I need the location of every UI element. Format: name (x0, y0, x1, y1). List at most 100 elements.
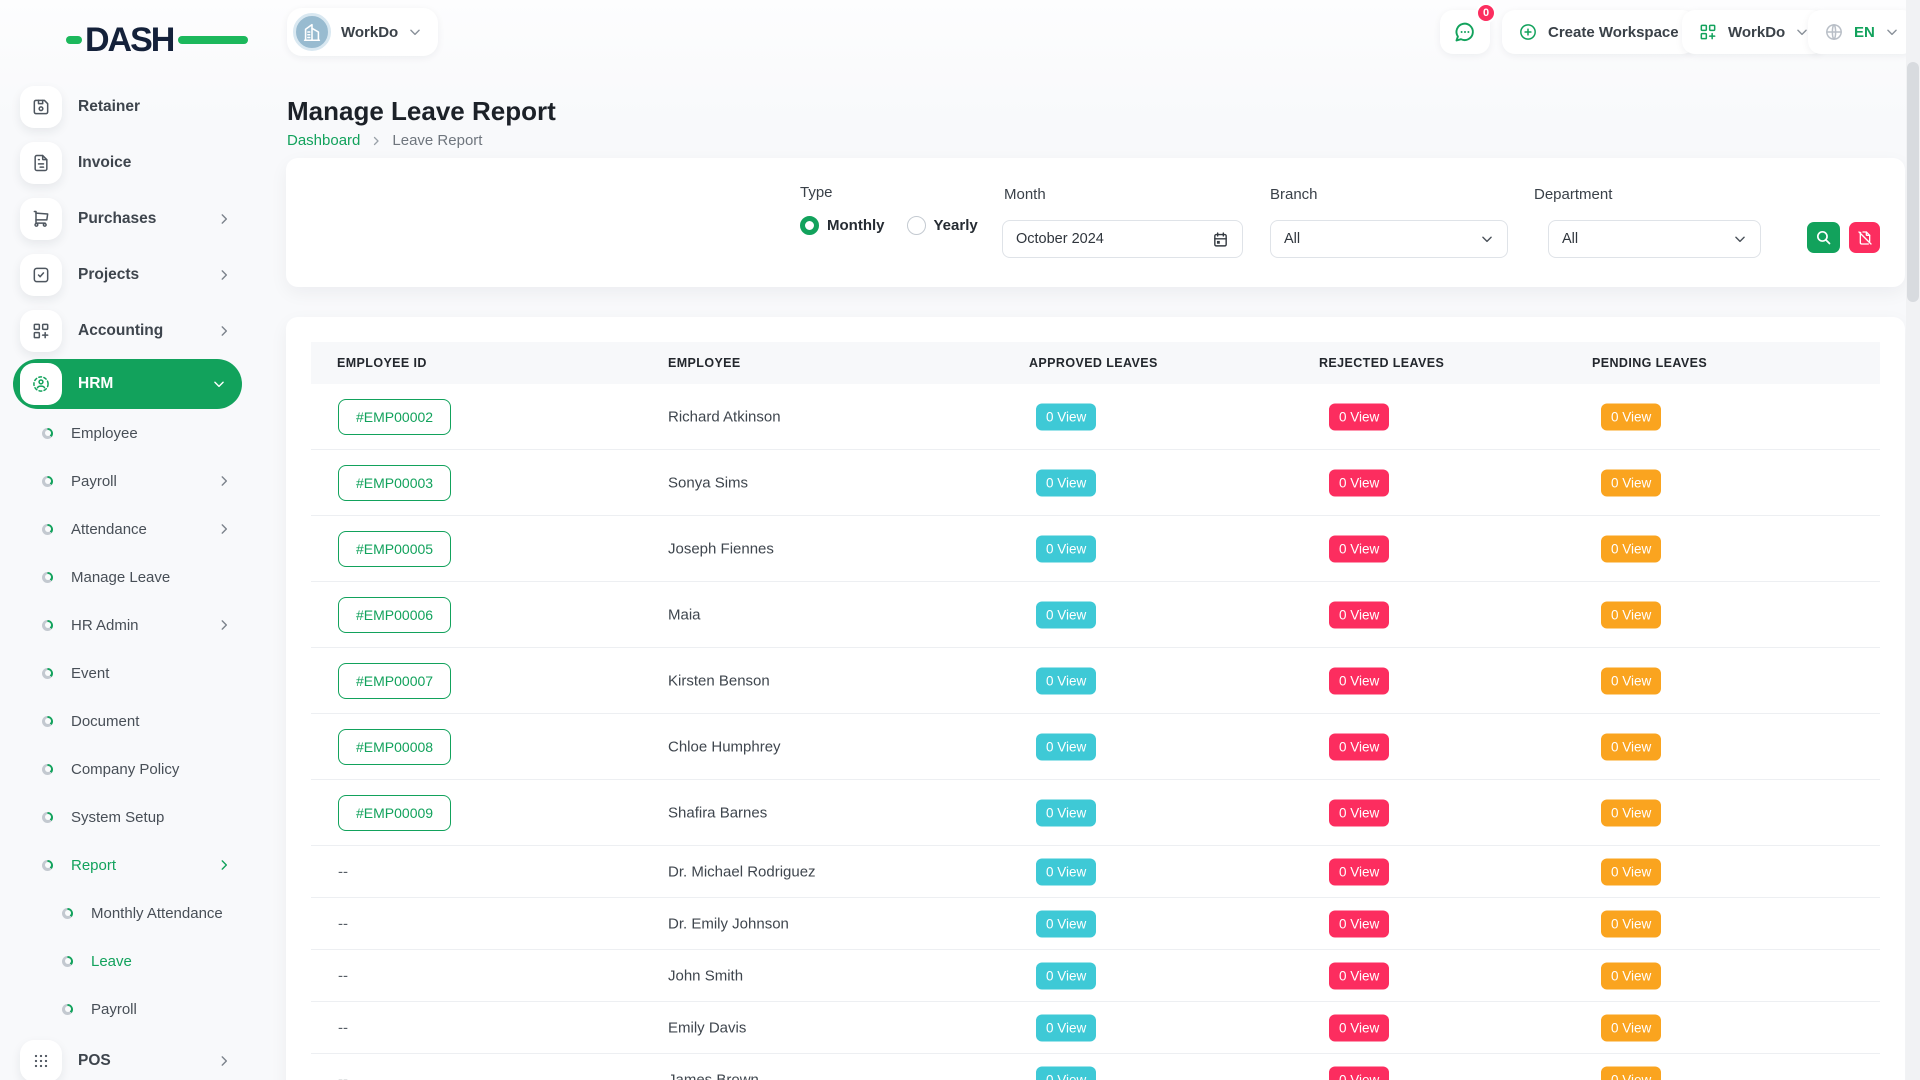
rejected-leaves-view-button[interactable]: 0 View (1329, 799, 1389, 826)
pending-leaves-view-button[interactable]: 0 View (1601, 733, 1661, 760)
monthly-radio[interactable] (800, 216, 819, 235)
month-input[interactable]: October 2024 (1002, 220, 1243, 258)
approved-leaves-view-button[interactable]: 0 View (1036, 1014, 1096, 1041)
employee-name: Sonya Sims (668, 474, 748, 491)
hrm-user-icon (20, 363, 62, 405)
sidebar-item-attendance[interactable]: Attendance (0, 505, 255, 553)
calendar-icon[interactable] (1212, 231, 1229, 248)
employee-id-button[interactable]: #EMP00006 (338, 597, 451, 633)
sidebar-item-label: Retainer (78, 98, 255, 116)
approved-leaves-view-button[interactable]: 0 View (1036, 535, 1096, 562)
messages-count-badge: 0 (1476, 3, 1496, 23)
sidebar-item-hr-admin[interactable]: HR Admin (0, 601, 255, 649)
dash-logo[interactable]: DASH (66, 22, 173, 58)
reset-button[interactable] (1849, 222, 1880, 253)
sidebar-item-retainer[interactable]: Retainer (0, 79, 255, 135)
pending-leaves-view-button[interactable]: 0 View (1601, 469, 1661, 496)
pending-leaves-view-button[interactable]: 0 View (1601, 403, 1661, 430)
approved-leaves-view-button[interactable]: 0 View (1036, 799, 1096, 826)
approved-leaves-view-button[interactable]: 0 View (1036, 667, 1096, 694)
rejected-leaves-view-button[interactable]: 0 View (1329, 667, 1389, 694)
table-row: #EMP00005Joseph Fiennes0 View0 View0 Vie… (311, 516, 1880, 582)
yearly-radio[interactable] (907, 216, 926, 235)
sidebar-item-payroll[interactable]: Payroll (0, 457, 255, 505)
rejected-leaves-view-button[interactable]: 0 View (1329, 601, 1389, 628)
sidebar-item-document[interactable]: Document (0, 697, 255, 745)
workspace-menu-button[interactable]: WorkDo (1682, 10, 1825, 54)
sidebar-item-payroll[interactable]: Payroll (0, 985, 255, 1033)
approved-leaves-view-button[interactable]: 0 View (1036, 910, 1096, 937)
sidebar-item-projects[interactable]: Projects (0, 247, 255, 303)
sidebar-item-invoice[interactable]: Invoice (0, 135, 255, 191)
sidebar-item-pos[interactable]: POS (0, 1033, 255, 1080)
create-workspace-button[interactable]: Create Workspace (1502, 10, 1695, 54)
employee-id-button[interactable]: #EMP00008 (338, 729, 451, 765)
sidebar-item-report[interactable]: Report (0, 841, 255, 889)
sidebar-item-employee[interactable]: Employee (0, 409, 255, 457)
rejected-leaves-view-button[interactable]: 0 View (1329, 469, 1389, 496)
rejected-leaves-view-button[interactable]: 0 View (1329, 910, 1389, 937)
employee-name: Emily Davis (668, 1019, 746, 1036)
rejected-leaves-view-button[interactable]: 0 View (1329, 962, 1389, 989)
file-off-icon (1857, 230, 1873, 246)
employee-name: Maia (668, 606, 701, 623)
employee-name: Dr. Michael Rodriguez (668, 863, 816, 880)
breadcrumb-dashboard-link[interactable]: Dashboard (287, 132, 360, 149)
grid-plus-icon (20, 310, 62, 352)
search-button[interactable] (1807, 222, 1840, 253)
rejected-leaves-view-button[interactable]: 0 View (1329, 858, 1389, 885)
sidebar-item-label: Payroll (91, 1001, 137, 1018)
sidebar-item-purchases[interactable]: Purchases (0, 191, 255, 247)
sidebar-item-leave[interactable]: Leave (0, 937, 255, 985)
pending-leaves-view-button[interactable]: 0 View (1601, 601, 1661, 628)
table-header-row: EMPLOYEE IDEMPLOYEEAPPROVED LEAVESREJECT… (311, 342, 1880, 384)
rejected-leaves-view-button[interactable]: 0 View (1329, 1014, 1389, 1041)
rejected-leaves-view-button[interactable]: 0 View (1329, 535, 1389, 562)
scrollbar-thumb[interactable] (1907, 62, 1919, 302)
language-selector[interactable]: EN (1808, 10, 1915, 54)
department-value: All (1562, 231, 1733, 247)
monthly-radio-label[interactable]: Monthly (827, 217, 885, 234)
approved-leaves-view-button[interactable]: 0 View (1036, 1066, 1096, 1080)
type-label: Type (800, 184, 833, 201)
pending-leaves-view-button[interactable]: 0 View (1601, 910, 1661, 937)
approved-leaves-view-button[interactable]: 0 View (1036, 733, 1096, 760)
column-header-approved-leaves: APPROVED LEAVES (1029, 342, 1158, 384)
pending-leaves-view-button[interactable]: 0 View (1601, 799, 1661, 826)
approved-leaves-view-button[interactable]: 0 View (1036, 601, 1096, 628)
employee-id-button[interactable]: #EMP00002 (338, 399, 451, 435)
approved-leaves-view-button[interactable]: 0 View (1036, 858, 1096, 885)
sidebar-item-hrm[interactable]: HRM (13, 359, 242, 409)
rejected-leaves-view-button[interactable]: 0 View (1329, 733, 1389, 760)
sidebar-item-event[interactable]: Event (0, 649, 255, 697)
sidebar-item-company-policy[interactable]: Company Policy (0, 745, 255, 793)
sidebar-item-accounting[interactable]: Accounting (0, 303, 255, 359)
pending-leaves-view-button[interactable]: 0 View (1601, 535, 1661, 562)
approved-leaves-view-button[interactable]: 0 View (1036, 469, 1096, 496)
approved-leaves-view-button[interactable]: 0 View (1036, 403, 1096, 430)
column-header-rejected-leaves: REJECTED LEAVES (1319, 342, 1444, 384)
employee-id-button[interactable]: #EMP00007 (338, 663, 451, 699)
pending-leaves-view-button[interactable]: 0 View (1601, 1014, 1661, 1041)
approved-leaves-view-button[interactable]: 0 View (1036, 962, 1096, 989)
pending-leaves-view-button[interactable]: 0 View (1601, 962, 1661, 989)
yearly-radio-label[interactable]: Yearly (934, 217, 978, 234)
sidebar-item-system-setup[interactable]: System Setup (0, 793, 255, 841)
messages-button[interactable]: 0 (1440, 10, 1490, 54)
branch-select[interactable]: All (1270, 220, 1508, 258)
page-scrollbar[interactable] (1906, 0, 1920, 1080)
pending-leaves-view-button[interactable]: 0 View (1601, 1066, 1661, 1080)
chevron-right-icon (370, 135, 382, 147)
sidebar-item-label: System Setup (71, 809, 164, 826)
employee-id-button[interactable]: #EMP00009 (338, 795, 451, 831)
employee-id-button[interactable]: #EMP00005 (338, 531, 451, 567)
rejected-leaves-view-button[interactable]: 0 View (1329, 403, 1389, 430)
pending-leaves-view-button[interactable]: 0 View (1601, 667, 1661, 694)
pending-leaves-view-button[interactable]: 0 View (1601, 858, 1661, 885)
employee-id-button[interactable]: #EMP00003 (338, 465, 451, 501)
sidebar-item-monthly-attendance[interactable]: Monthly Attendance (0, 889, 255, 937)
sidebar-item-manage-leave[interactable]: Manage Leave (0, 553, 255, 601)
workspace-switcher-chip[interactable]: WorkDo (287, 8, 438, 56)
department-select[interactable]: All (1548, 220, 1761, 258)
rejected-leaves-view-button[interactable]: 0 View (1329, 1066, 1389, 1080)
